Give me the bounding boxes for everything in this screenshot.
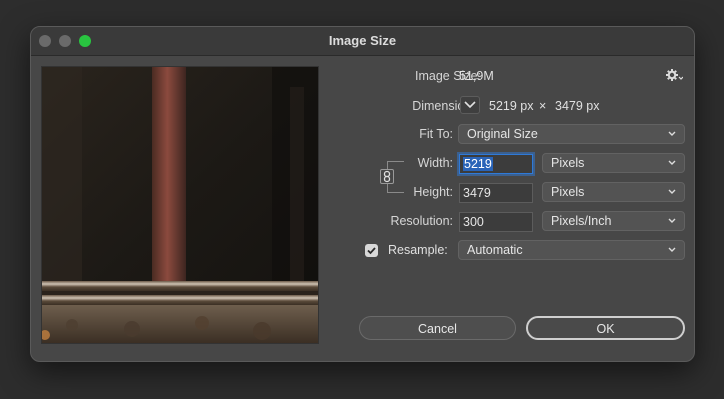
dimensions-width-value: 5219 px xyxy=(489,99,534,113)
height-value: 3479 xyxy=(463,186,491,200)
width-input[interactable]: 5219 xyxy=(459,154,533,174)
height-label: Height: xyxy=(413,185,453,199)
resample-value: Automatic xyxy=(467,243,523,257)
dimensions-times-sign: × xyxy=(539,99,547,113)
width-unit-value: Pixels xyxy=(551,156,585,170)
width-unit-select[interactable]: Pixels xyxy=(542,153,685,173)
fit-to-label: Fit To: xyxy=(419,127,453,141)
dimensions-height-value: 3479 px xyxy=(555,99,600,113)
fit-to-select[interactable]: Original Size xyxy=(458,124,685,144)
cancel-button[interactable]: Cancel xyxy=(359,316,516,340)
resolution-input[interactable]: 300 xyxy=(459,212,533,232)
chevron-down-icon xyxy=(668,218,676,223)
height-unit-select[interactable]: Pixels xyxy=(542,182,685,202)
chain-link-icon[interactable] xyxy=(380,169,394,184)
chevron-down-icon xyxy=(464,101,476,109)
title-bar: Image Size xyxy=(31,27,694,56)
chevron-down-icon xyxy=(668,247,676,252)
window-title: Image Size xyxy=(328,33,397,48)
image-size-dialog: Image Size Image Size: 51,9M Dimensions:… xyxy=(30,26,695,362)
resample-checkbox[interactable] xyxy=(365,244,378,257)
height-unit-value: Pixels xyxy=(551,185,585,199)
chevron-down-icon xyxy=(668,160,676,165)
height-input[interactable]: 3479 xyxy=(459,183,533,203)
resolution-label: Resolution: xyxy=(390,214,453,228)
resolution-unit-select[interactable]: Pixels/Inch xyxy=(542,211,685,231)
image-size-value: 51,9M xyxy=(459,69,494,83)
fit-to-value: Original Size xyxy=(467,127,538,141)
resolution-unit-value: Pixels/Inch xyxy=(551,214,612,228)
resample-select[interactable]: Automatic xyxy=(458,240,685,260)
width-value: 5219 xyxy=(463,157,493,171)
gear-icon[interactable] xyxy=(665,67,684,83)
image-preview[interactable] xyxy=(41,66,319,344)
preview-image xyxy=(42,67,318,343)
width-label: Width: xyxy=(417,156,453,170)
resample-label: Resample: xyxy=(388,243,448,257)
dimensions-toggle-button[interactable] xyxy=(460,96,480,114)
dimensions-label: Dimensions: xyxy=(412,99,481,113)
chevron-down-icon xyxy=(668,131,676,136)
ok-button[interactable]: OK xyxy=(526,316,685,340)
chevron-down-icon xyxy=(668,189,676,194)
checkmark-icon xyxy=(367,247,376,255)
resolution-value: 300 xyxy=(463,215,484,229)
